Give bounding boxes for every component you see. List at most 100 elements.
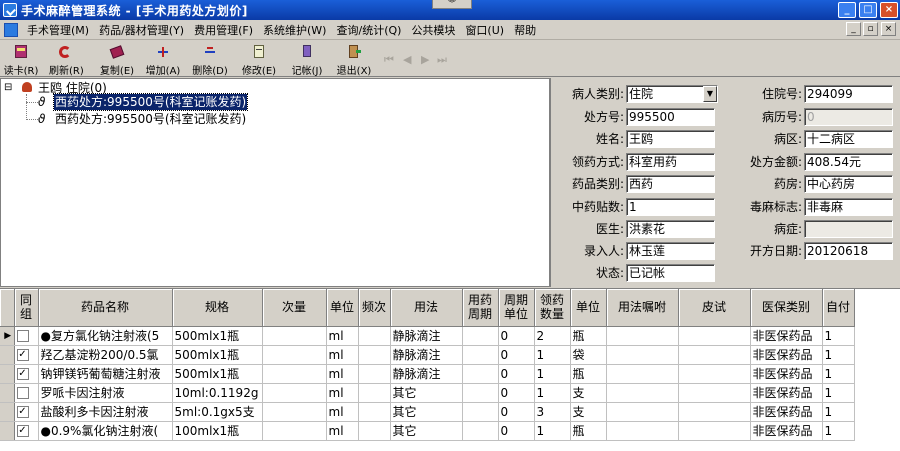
rx-amount-field[interactable]: 408.54元	[804, 153, 893, 171]
qty-unit-cell[interactable]: 支	[570, 383, 607, 403]
insurance-cell[interactable]: 非医保药品	[750, 402, 823, 422]
pharmacy-field[interactable]: 中心药房	[804, 175, 893, 193]
read-card-button[interactable]: 读卡(R)	[3, 43, 39, 77]
instructions-cell[interactable]	[606, 345, 679, 365]
col-quantity[interactable]: 领药数量	[534, 289, 571, 327]
usage-cell[interactable]: 静脉滴注	[390, 364, 463, 384]
row-indicator[interactable]	[0, 383, 15, 403]
quantity-cell[interactable]: 3	[534, 402, 571, 422]
skin-test-cell[interactable]	[678, 364, 751, 384]
col-insurance[interactable]: 医保类别	[750, 289, 823, 327]
dose-cell[interactable]	[262, 402, 327, 422]
self-pay-cell[interactable]: 1	[822, 345, 855, 365]
group-checkbox[interactable]: ✓	[16, 425, 29, 437]
row-indicator[interactable]	[0, 402, 15, 422]
frequency-cell[interactable]	[358, 326, 391, 346]
quantity-cell[interactable]: 1	[534, 345, 571, 365]
group-checkbox[interactable]: ✓	[16, 406, 29, 418]
drug-name-cell[interactable]: 罗哌卡因注射液	[38, 383, 173, 403]
usage-cell[interactable]: 其它	[390, 383, 463, 403]
drug-name-cell[interactable]: ●0.9%氯化钠注射液(	[38, 421, 173, 441]
spec-cell[interactable]: 500mlx1瓶	[172, 326, 263, 346]
usage-cell[interactable]: 静脉滴注	[390, 345, 463, 365]
unit-cell[interactable]: ml	[326, 402, 359, 422]
rx-no-field[interactable]: 995500	[626, 108, 715, 126]
skin-test-cell[interactable]	[678, 402, 751, 422]
instructions-cell[interactable]	[606, 383, 679, 403]
dose-cell[interactable]	[262, 364, 327, 384]
copy-button[interactable]: 复制(E)	[99, 43, 135, 77]
spec-cell[interactable]: 10ml:0.1192g	[172, 383, 263, 403]
qty-unit-cell[interactable]: 瓶	[570, 421, 607, 441]
insurance-cell[interactable]: 非医保药品	[750, 326, 823, 346]
col-qty-unit[interactable]: 单位	[570, 289, 607, 327]
frequency-cell[interactable]	[358, 383, 391, 403]
instructions-cell[interactable]	[606, 326, 679, 346]
insurance-cell[interactable]: 非医保药品	[750, 364, 823, 384]
row-indicator[interactable]	[0, 345, 15, 365]
skin-test-cell[interactable]	[678, 383, 751, 403]
col-frequency[interactable]: 频次	[358, 289, 391, 327]
row-indicator[interactable]	[0, 364, 15, 384]
status-field[interactable]: 已记帐	[626, 264, 715, 282]
skin-test-cell[interactable]	[678, 421, 751, 441]
menu-help[interactable]: 帮助	[509, 22, 541, 38]
skin-test-cell[interactable]	[678, 345, 751, 365]
drug-name-cell[interactable]: 盐酸利多卡因注射液	[38, 402, 173, 422]
period-cell[interactable]	[462, 421, 499, 441]
herbal-doses-field[interactable]: 1	[626, 198, 715, 216]
spec-cell[interactable]: 100mlx1瓶	[172, 421, 263, 441]
group-checkbox[interactable]	[16, 330, 29, 342]
qty-unit-cell[interactable]: 瓶	[570, 326, 607, 346]
table-row[interactable]: ✓ ●0.9%氯化钠注射液(100mlx1瓶 ml 其它 0 1 瓶非医保药品 1	[0, 421, 855, 441]
table-row[interactable]: 罗哌卡因注射液 10ml:0.1192g ml 其它 0 1 支非医保药品 1	[0, 383, 855, 403]
refresh-button[interactable]: 刷新(R)	[49, 43, 84, 77]
name-field[interactable]: 王鸥	[626, 130, 715, 148]
last-record-icon[interactable]: ⏭	[437, 53, 447, 67]
period-cell[interactable]	[462, 364, 499, 384]
col-dose[interactable]: 次量	[262, 289, 327, 327]
rx-date-field[interactable]: 20120618	[804, 242, 893, 260]
drug-type-field[interactable]: 西药	[626, 175, 715, 193]
period-cell[interactable]	[462, 383, 499, 403]
col-usage[interactable]: 用法	[390, 289, 463, 327]
group-checkbox[interactable]	[16, 387, 29, 399]
menu-fees[interactable]: 费用管理(F)	[189, 22, 258, 38]
unit-cell[interactable]: ml	[326, 364, 359, 384]
drug-name-cell[interactable]: ●复方氯化钠注射液(5	[38, 326, 173, 346]
dispense-method-field[interactable]: 科室用药	[626, 153, 715, 171]
self-pay-cell[interactable]: 1	[822, 383, 855, 403]
tree-item-prescription[interactable]: 西药处方:995500号(科室记账发药)	[52, 93, 249, 111]
tree-expander-icon[interactable]: ⊟	[4, 80, 12, 96]
period-cell[interactable]	[462, 402, 499, 422]
delete-button[interactable]: 删除(D)	[192, 43, 228, 77]
group-checkbox[interactable]: ✓	[16, 368, 29, 380]
drug-name-cell[interactable]: 钠钾镁钙葡萄糖注射液	[38, 364, 173, 384]
bill-button[interactable]: 记帐(J)	[288, 43, 326, 77]
prev-record-icon[interactable]: ◀	[403, 53, 411, 66]
group-checkbox[interactable]: ✓	[16, 349, 29, 361]
exit-button[interactable]: 退出(X)	[335, 43, 373, 77]
qty-unit-cell[interactable]: 袋	[570, 345, 607, 365]
col-unit[interactable]: 单位	[326, 289, 359, 327]
period-unit-cell[interactable]: 0	[498, 421, 535, 441]
doctor-field[interactable]: 洪素花	[626, 220, 715, 238]
self-pay-cell[interactable]: 1	[822, 402, 855, 422]
col-period-unit[interactable]: 周期单位	[498, 289, 535, 327]
chevron-down-icon[interactable]: ▼	[703, 86, 717, 102]
spec-cell[interactable]: 5ml:0.1gx5支	[172, 402, 263, 422]
insurance-cell[interactable]: 非医保药品	[750, 383, 823, 403]
first-record-icon[interactable]: ⏮	[384, 53, 394, 67]
frequency-cell[interactable]	[358, 345, 391, 365]
usage-cell[interactable]: 其它	[390, 421, 463, 441]
dose-cell[interactable]	[262, 326, 327, 346]
unit-cell[interactable]: ml	[326, 345, 359, 365]
instructions-cell[interactable]	[606, 402, 679, 422]
mdi-minimize-button[interactable]: _	[846, 22, 861, 36]
menu-window[interactable]: 窗口(U)	[460, 22, 509, 38]
narcotic-flag-field[interactable]: 非毒麻	[804, 198, 893, 216]
self-pay-cell[interactable]: 1	[822, 421, 855, 441]
skin-test-cell[interactable]	[678, 326, 751, 346]
col-group[interactable]: 同组	[14, 289, 39, 327]
quantity-cell[interactable]: 2	[534, 326, 571, 346]
